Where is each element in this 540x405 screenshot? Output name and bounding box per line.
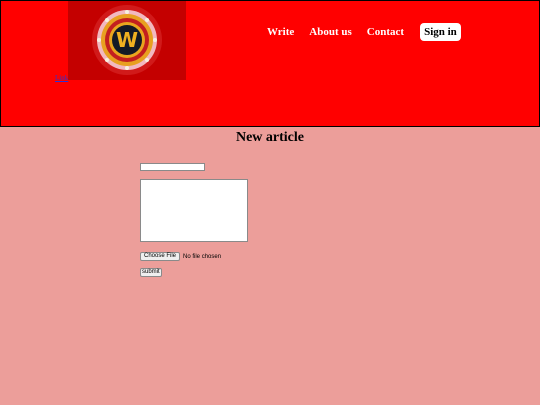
logo-letter: W [116,28,138,52]
main-nav: Write About us Contact Sign in [267,23,461,41]
nav-write[interactable]: Write [267,26,294,38]
submit-button[interactable]: submit [140,268,162,277]
w-coin-logo-icon: W [92,5,162,75]
article-body-textarea[interactable] [140,179,248,242]
choose-file-button[interactable]: Choose File [140,252,181,261]
logo[interactable]: W [68,1,186,80]
nav-contact[interactable]: Contact [367,26,404,38]
site-header: W Link Write About us Contact Sign in [0,0,540,127]
nav-about-us[interactable]: About us [309,26,352,38]
file-input[interactable]: Choose File No file chosen [140,252,221,261]
article-title-input[interactable] [140,163,205,171]
home-link[interactable]: Link [55,74,68,82]
page-title: New article [235,130,305,145]
sign-in-button[interactable]: Sign in [420,23,461,41]
file-status: No file chosen [183,253,222,260]
